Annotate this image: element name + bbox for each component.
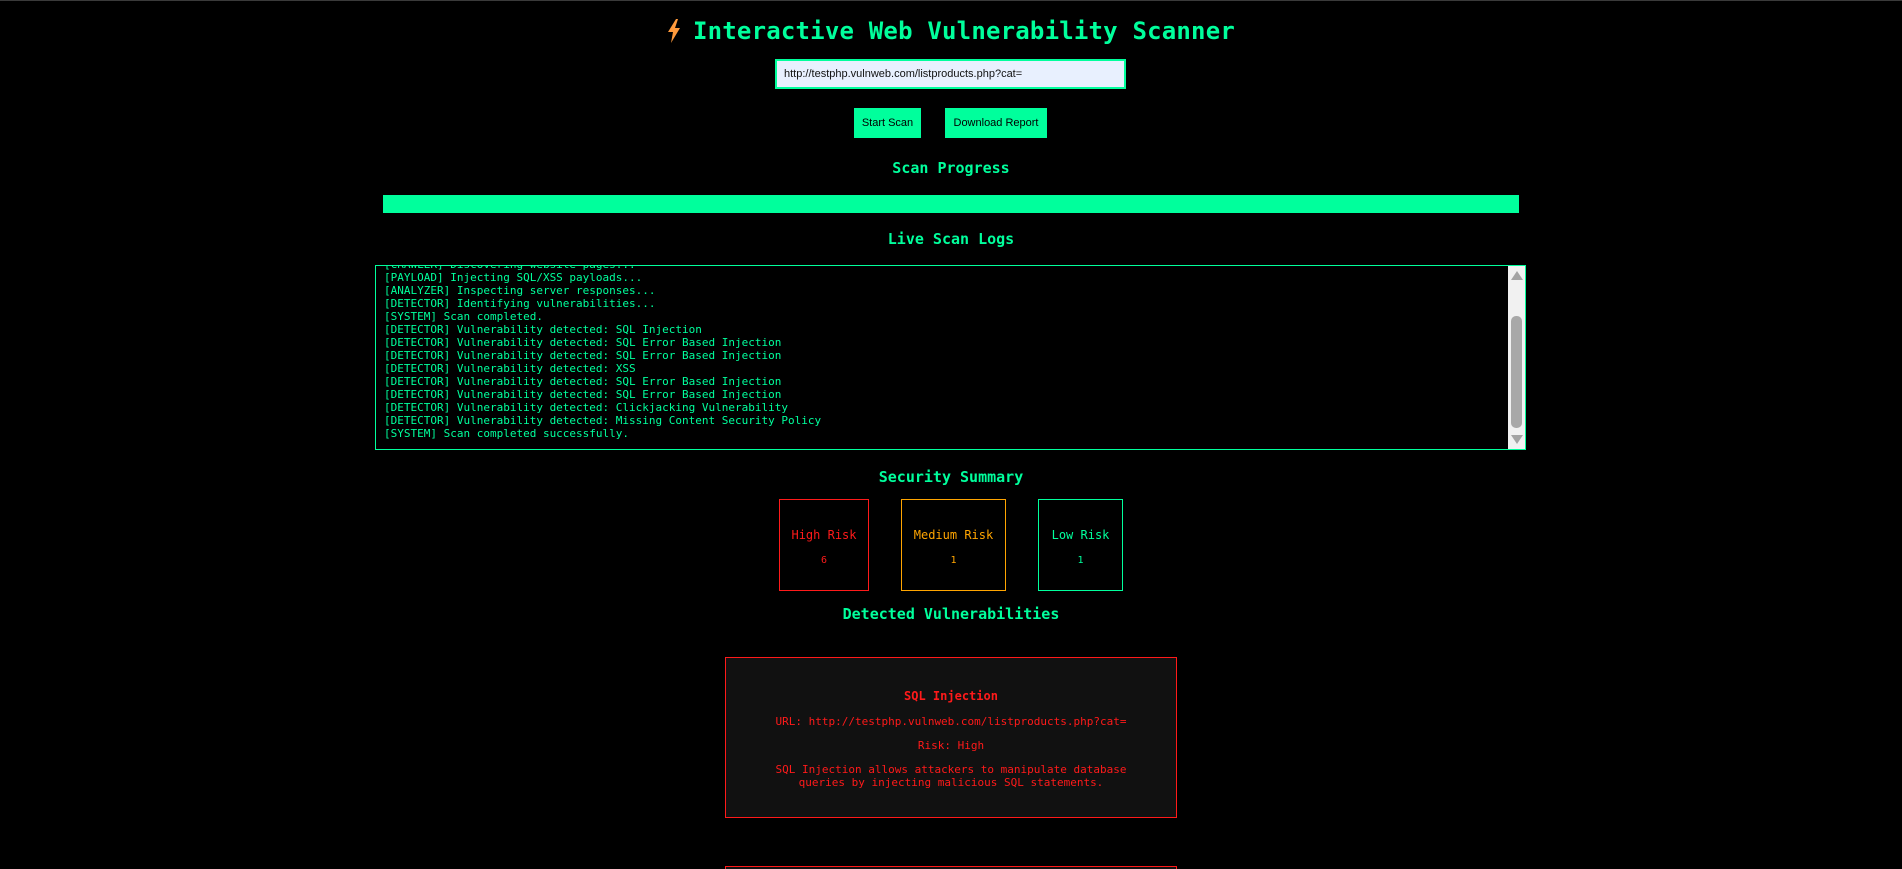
download-report-button[interactable]: Download Report xyxy=(945,108,1047,138)
log-line: [DETECTOR] Vulnerability detected: SQL E… xyxy=(384,375,782,388)
log-line: [SYSTEM] Scan completed. xyxy=(384,310,543,323)
log-lines: [CRAWLER] Discovering website pages...[P… xyxy=(384,266,822,440)
detected-vulnerabilities-heading: Detected Vulnerabilities xyxy=(842,605,1060,623)
log-line: [SYSTEM] Scan completed successfully. xyxy=(384,427,630,440)
log-line: [DETECTOR] Identifying vulnerabilities..… xyxy=(384,297,656,310)
low-risk-count: 1 xyxy=(1077,555,1084,566)
vulnerability-risk-label: Risk: xyxy=(917,739,951,752)
log-line: [DETECTOR] Vulnerability detected: Click… xyxy=(384,401,788,414)
log-line: [DETECTOR] Vulnerability detected: SQL E… xyxy=(384,388,782,401)
log-line: [DETECTOR] Vulnerability detected: XSS xyxy=(384,362,636,375)
security-summary-heading: Security Summary xyxy=(878,468,1024,486)
vulnerability-url: URL: http://testphp.vulnweb.com/listprod… xyxy=(726,715,1176,728)
scanner-page: Interactive Web Vulnerability Scanner St… xyxy=(0,0,1902,869)
vulnerability-risk-value: High xyxy=(957,739,985,752)
scan-progress-heading: Scan Progress xyxy=(892,159,1010,177)
medium-risk-count: 1 xyxy=(950,555,957,566)
vulnerability-card: SQL Injection URL: http://testphp.vulnwe… xyxy=(725,657,1177,818)
log-line: [DETECTOR] Vulnerability detected: SQL E… xyxy=(384,349,782,362)
medium-risk-card: Medium Risk 1 xyxy=(901,499,1006,591)
logs-scrollbar[interactable] xyxy=(1508,266,1525,449)
scan-progress-fill xyxy=(383,195,1519,213)
log-line: [ANALYZER] Inspecting server responses..… xyxy=(384,284,656,297)
live-scan-logs-heading: Live Scan Logs xyxy=(887,230,1015,248)
high-risk-count: 6 xyxy=(820,555,828,566)
vulnerability-url-value: http://testphp.vulnweb.com/listproducts.… xyxy=(808,715,1127,728)
vulnerability-url-label: URL: xyxy=(775,715,802,728)
log-line: [DETECTOR] Vulnerability detected: SQL E… xyxy=(384,336,782,349)
scroll-down-icon[interactable] xyxy=(1511,435,1523,444)
low-risk-card: Low Risk 1 xyxy=(1038,499,1123,591)
target-url-input[interactable] xyxy=(775,59,1126,89)
log-line: [PAYLOAD] Injecting SQL/XSS payloads... xyxy=(384,271,643,284)
start-scan-button[interactable]: Start Scan xyxy=(854,108,921,138)
medium-risk-label: Medium Risk xyxy=(913,528,994,542)
page-title: Interactive Web Vulnerability Scanner xyxy=(0,17,1902,49)
high-risk-card: High Risk 6 xyxy=(779,499,869,591)
log-line: [DETECTOR] Vulnerability detected: Missi… xyxy=(384,414,822,427)
vulnerability-risk: Risk: High xyxy=(726,739,1176,752)
vulnerability-title: SQL Injection xyxy=(904,689,998,703)
scrollbar-thumb[interactable] xyxy=(1511,316,1522,428)
live-scan-logs-panel[interactable]: [CRAWLER] Discovering website pages...[P… xyxy=(375,265,1526,450)
vulnerability-description: SQL Injection allows attackers to manipu… xyxy=(775,763,1127,789)
page-title-text: Interactive Web Vulnerability Scanner xyxy=(692,17,1236,45)
log-line: [DETECTOR] Vulnerability detected: SQL I… xyxy=(384,323,702,336)
high-risk-label: High Risk xyxy=(791,528,857,542)
lightning-bolt-icon xyxy=(667,19,681,49)
scan-progress-bar xyxy=(383,195,1519,213)
low-risk-label: Low Risk xyxy=(1051,528,1110,542)
scroll-up-icon[interactable] xyxy=(1511,271,1523,280)
